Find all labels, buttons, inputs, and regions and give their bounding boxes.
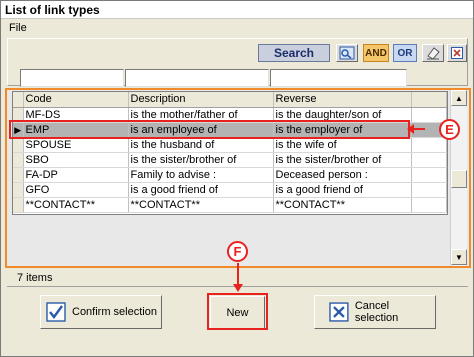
cell-reverse: Deceased person : (273, 167, 412, 183)
confirm-selection-label: Confirm selection (72, 306, 157, 318)
grid-header: Code Description Reverse (13, 92, 447, 108)
cell-code: MF-DS (23, 107, 129, 123)
chevron-up-icon: ▲ (455, 93, 463, 103)
scroll-thumb[interactable] (451, 170, 467, 188)
link-types-grid: Code Description Reverse MF-DS is the mo… (12, 91, 448, 215)
reverse-filter-input[interactable] (270, 69, 407, 87)
cancel-selection-label: Cancel selection (354, 300, 399, 324)
checkmark-icon (46, 302, 66, 322)
confirm-selection-button[interactable]: Confirm selection (40, 295, 162, 329)
cell-description: is an employee of (128, 122, 274, 138)
row-pointer-icon: ▶ (13, 122, 24, 138)
cell-description: **CONTACT** (128, 197, 274, 213)
item-count: 7 items (17, 272, 53, 284)
scroll-down-button[interactable]: ▼ (451, 249, 467, 265)
link-types-window: List of link types File Search AND OR Co… (0, 0, 474, 357)
cell-reverse: is the sister/brother of (273, 152, 412, 168)
grid-scrollbar[interactable]: ▲ ▼ (450, 90, 467, 266)
cell-reverse: **CONTACT** (273, 197, 412, 213)
column-header-code[interactable]: Code (23, 92, 129, 108)
column-header-reverse[interactable]: Reverse (273, 92, 412, 108)
cell-reverse: is the daughter/son of (273, 107, 412, 123)
table-row-selected[interactable]: ▶ EMP is an employee of is the employer … (13, 122, 447, 138)
window-title: List of link types (1, 1, 473, 19)
cancel-selection-button[interactable]: Cancel selection (314, 295, 436, 329)
scroll-up-button[interactable]: ▲ (451, 90, 467, 106)
close-icon (451, 47, 463, 59)
cell-reverse: is the employer of (273, 122, 412, 138)
binoculars-icon (339, 46, 355, 60)
description-filter-input[interactable] (125, 69, 269, 87)
eraser-clear-button[interactable] (422, 44, 444, 62)
binoculars-search-button[interactable] (336, 44, 358, 62)
arrow-down-icon (233, 263, 243, 292)
callout-e: E (439, 119, 460, 140)
cell-code: EMP (23, 122, 129, 138)
close-panel-button[interactable] (447, 44, 467, 62)
cancel-x-icon (329, 302, 349, 322)
cell-code: FA-DP (23, 167, 129, 183)
or-operator-button[interactable]: OR (393, 44, 417, 62)
cell-description: is the mother/father of (128, 107, 274, 123)
cell-reverse: is a good friend of (273, 182, 412, 198)
cell-description: is the husband of (128, 137, 274, 153)
callout-f: F (227, 241, 248, 262)
cell-code: GFO (23, 182, 129, 198)
column-header-description[interactable]: Description (128, 92, 274, 108)
menu-bar: File (1, 19, 473, 37)
table-row[interactable]: **CONTACT** **CONTACT** **CONTACT** (13, 197, 447, 213)
table-row[interactable]: SPOUSE is the husband of is the wife of (13, 137, 447, 153)
table-row[interactable]: SBO is the sister/brother of is the sist… (13, 152, 447, 168)
table-row[interactable]: MF-DS is the mother/father of is the dau… (13, 107, 447, 123)
eraser-icon (427, 47, 440, 60)
table-row[interactable]: FA-DP Family to advise : Deceased person… (13, 167, 447, 183)
table-row[interactable]: GFO is a good friend of is a good friend… (13, 182, 447, 198)
arrow-left-icon (407, 124, 425, 134)
new-button[interactable]: New (210, 296, 265, 330)
menu-file[interactable]: File (9, 22, 27, 34)
cell-description: is a good friend of (128, 182, 274, 198)
cell-description: is the sister/brother of (128, 152, 274, 168)
search-button[interactable]: Search (258, 44, 330, 62)
cell-code: SBO (23, 152, 129, 168)
cell-description: Family to advise : (128, 167, 274, 183)
cell-reverse: is the wife of (273, 137, 412, 153)
chevron-down-icon: ▼ (455, 252, 463, 262)
cell-code: SPOUSE (23, 137, 129, 153)
code-filter-input[interactable] (20, 69, 124, 87)
new-label: New (226, 307, 249, 319)
cell-code: **CONTACT** (23, 197, 129, 213)
and-operator-button[interactable]: AND (363, 44, 389, 62)
